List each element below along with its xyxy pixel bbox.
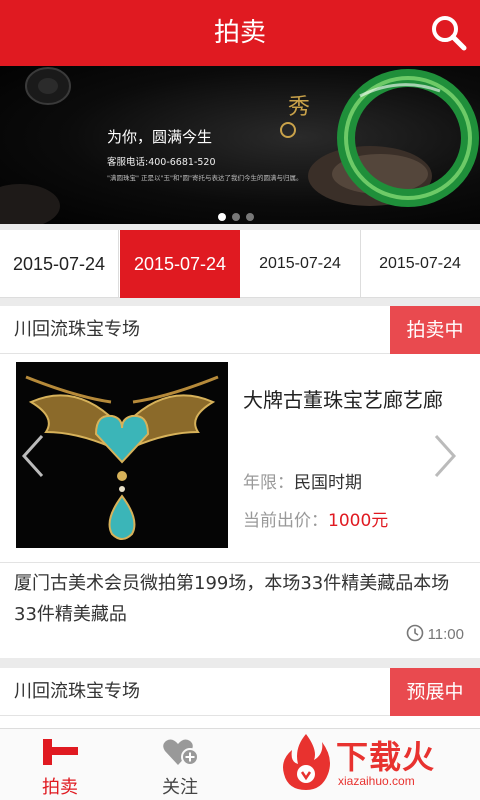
promo-banner[interactable]: 秀 为你，圆满今生 客服电话:400-6681-520 "满圆珠宝" 正是以"玉… xyxy=(0,66,480,224)
tab-follow[interactable]: 关注 xyxy=(120,729,240,800)
banner-artwork: 秀 xyxy=(0,67,479,224)
app-root: 拍卖 秀 为你，圆满今生 客服电话:400-6681-520 "满圆珠宝" 正是… xyxy=(0,0,480,800)
search-icon[interactable] xyxy=(430,14,468,52)
date-tab-2-selected[interactable]: 2015-07-24 xyxy=(120,230,240,298)
date-tab-4[interactable]: 2015-07-24 xyxy=(360,230,480,298)
carousel-indicator xyxy=(218,206,260,224)
gavel-icon xyxy=(43,739,78,765)
flame-logo-icon xyxy=(283,734,330,790)
card-header: 川回流珠宝专场 预展中 xyxy=(0,668,480,716)
status-badge: 预展中 xyxy=(390,668,480,716)
item-title: 大牌古董珠宝艺廊艺廊 xyxy=(243,388,443,412)
heart-plus-icon xyxy=(163,739,199,766)
watermark-url: xiazaihuo.com xyxy=(338,774,415,788)
item-price: 当前出价：1000元 xyxy=(243,506,388,531)
date-tab-1[interactable]: 2015-07-24 xyxy=(0,230,118,298)
carousel-dot-1[interactable] xyxy=(218,213,226,221)
auction-card[interactable]: 川回流珠宝专场 预展中 xyxy=(0,668,480,728)
auction-card[interactable]: 川回流珠宝专场 拍卖中 大牌古董珠宝艺廊艺廊 年限：民国时期 当前出价：1000… xyxy=(0,306,480,658)
next-item-arrow[interactable] xyxy=(432,434,458,478)
auction-venue: 川回流珠宝专场 xyxy=(14,681,140,702)
clock-icon xyxy=(406,624,423,642)
card-divider xyxy=(0,562,480,563)
price-label: 当前出价： xyxy=(243,511,328,531)
price-value: 1000元 xyxy=(328,511,389,531)
carousel-dot-3[interactable] xyxy=(246,213,254,221)
item-era: 年限：民国时期 xyxy=(243,468,362,493)
tab-label: 拍卖 xyxy=(42,777,78,798)
auction-description: 厦门古美术会员微拍第199场，本场33件精美藏品本场33件精美藏品 xyxy=(14,573,450,625)
prev-item-arrow[interactable] xyxy=(20,434,46,478)
banner-description: "满圆珠宝" 正是以"玉"和"圆"寄托与表达了我们今生的圆满与归属。 xyxy=(107,174,303,182)
date-tab-3[interactable]: 2015-07-24 xyxy=(240,230,360,298)
necklace-image xyxy=(16,362,228,548)
date-tabs: 2015-07-24 2015-07-24 2015-07-24 2015-07… xyxy=(0,230,480,298)
status-badge: 拍卖中 xyxy=(390,306,480,354)
top-bar: 拍卖 xyxy=(0,0,480,66)
carousel-dot-2[interactable] xyxy=(232,213,240,221)
auction-venue: 川回流珠宝专场 xyxy=(14,319,140,340)
tab-auction[interactable]: 拍卖 xyxy=(0,729,120,800)
banner-phone: 客服电话:400-6681-520 xyxy=(107,157,216,168)
auction-time: 11:00 xyxy=(406,624,464,643)
banner-headline: 为你，圆满今生 xyxy=(107,128,213,146)
site-watermark: 下载火 xiazaihuo.com xyxy=(278,730,474,794)
card-header: 川回流珠宝专场 拍卖中 xyxy=(0,306,480,354)
era-label: 年限： xyxy=(243,473,294,493)
watermark-text: 下载火 xyxy=(336,738,436,776)
time-value: 11:00 xyxy=(427,626,464,643)
item-image[interactable] xyxy=(16,362,228,548)
svg-text:秀: 秀 xyxy=(288,95,310,120)
era-value: 民国时期 xyxy=(294,473,362,493)
page-title: 拍卖 xyxy=(213,18,266,48)
tab-label: 关注 xyxy=(162,777,198,798)
date-divider xyxy=(118,230,119,298)
